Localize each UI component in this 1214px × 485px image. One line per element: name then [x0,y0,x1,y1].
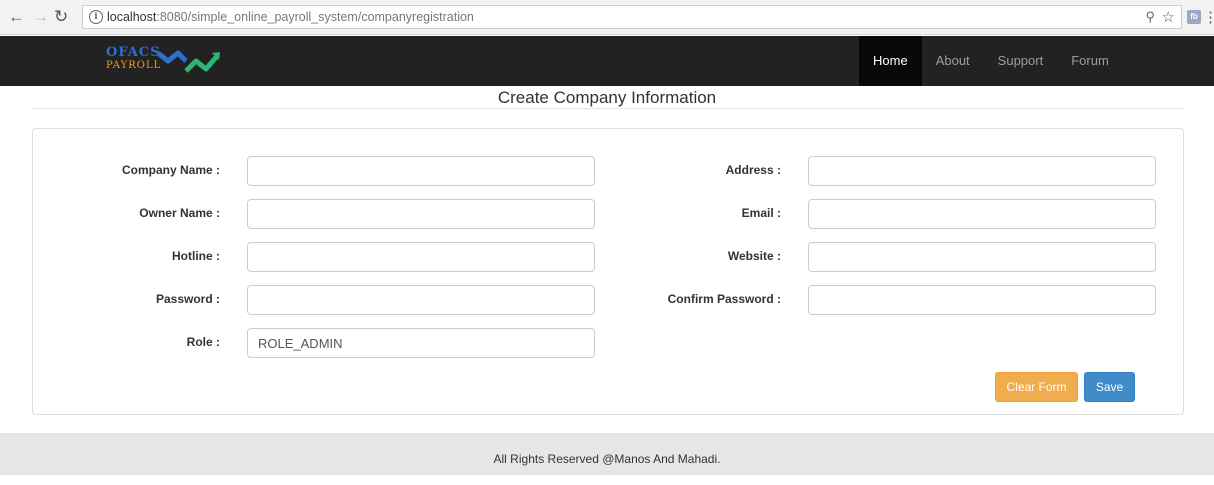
website-label: Website : [727,249,781,263]
confirm-password-label: Confirm Password : [667,292,781,306]
info-icon[interactable]: i [89,10,103,24]
forward-arrow-icon[interactable]: → [32,8,49,26]
address-bar-url: localhost:8080/simple_online_payroll_sys… [107,10,474,24]
nav-home[interactable]: Home [859,36,922,86]
page-footer: All Rights Reserved @Manos And Mahadi. [0,433,1214,475]
extension-icon[interactable]: fb [1187,10,1201,24]
title-divider [32,108,1184,109]
key-icon[interactable]: ⚲ [1145,9,1155,25]
address-input[interactable] [808,156,1156,186]
nav-menu: Home About Support Forum [859,36,1123,86]
email-label: Email : [741,206,781,220]
brand-logo[interactable]: OFACS PAYROLL [106,43,226,81]
reload-icon[interactable]: ↻ [54,8,68,26]
company-name-input[interactable] [247,156,595,186]
logo-text-top: OFACS [106,45,161,60]
browser-menu-icon[interactable]: ⋮ [1203,8,1214,26]
password-label: Password : [155,292,220,306]
page-title: Create Company Information [497,88,717,107]
browser-toolbar: ← → ↻ i localhost:8080/simple_online_pay… [0,0,1214,35]
email-input[interactable] [808,199,1156,229]
website-input[interactable] [808,242,1156,272]
nav-support[interactable]: Support [984,36,1058,86]
owner-name-input[interactable] [247,199,595,229]
password-input[interactable] [247,285,595,315]
owner-name-label: Owner Name : [139,206,220,220]
hotline-input[interactable] [247,242,595,272]
address-label: Address : [725,163,781,177]
confirm-password-input[interactable] [808,285,1156,315]
role-input[interactable] [247,328,595,358]
save-button[interactable]: Save [1084,372,1135,402]
company-name-label: Company Name : [121,163,220,177]
nav-forum[interactable]: Forum [1057,36,1123,86]
clear-form-button[interactable]: Clear Form [995,372,1078,402]
top-navbar: OFACS PAYROLL Home About Support Forum [0,36,1214,86]
url-path: :8080/simple_online_payroll_system/compa… [156,10,474,24]
url-host: localhost [107,10,157,24]
hotline-label: Hotline : [172,249,220,263]
back-arrow-icon[interactable]: ← [8,8,25,26]
logo-text-bottom: PAYROLL [106,60,162,71]
role-label: Role : [186,335,220,349]
logo-arrows-icon [156,50,220,73]
bookmark-star-icon[interactable]: ☆ [1162,8,1175,26]
address-bar[interactable]: i localhost:8080/simple_online_payroll_s… [82,5,1182,29]
nav-about[interactable]: About [922,36,984,86]
